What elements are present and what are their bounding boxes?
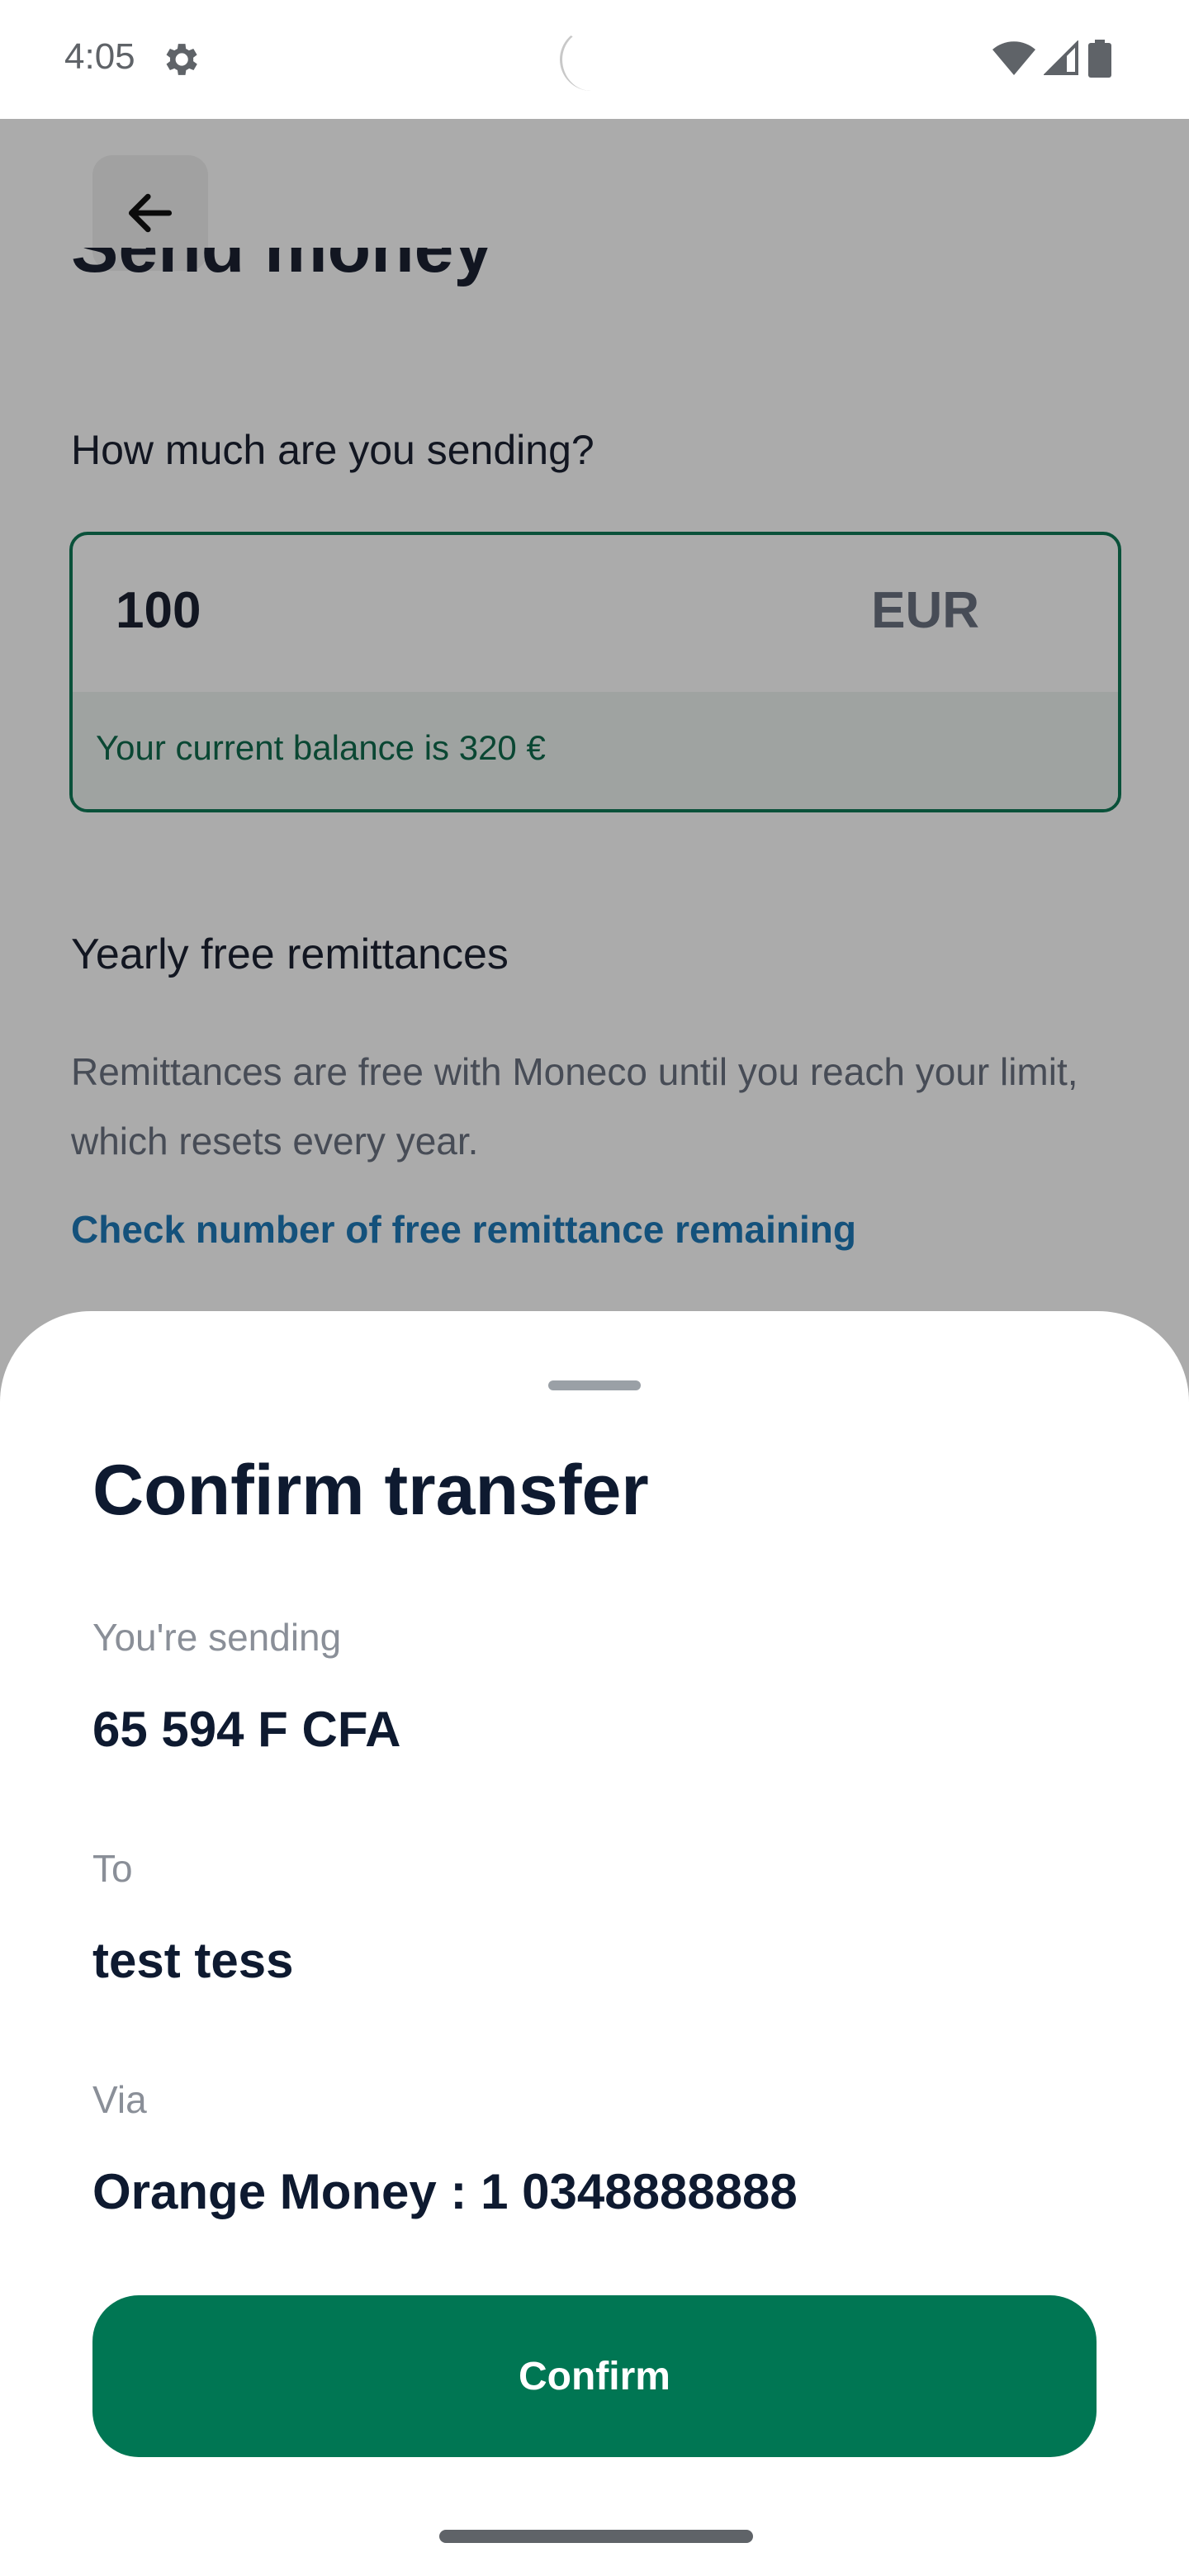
status-icons bbox=[992, 40, 1111, 78]
sheet-title: Confirm transfer bbox=[92, 1451, 649, 1530]
camera-punch-hole bbox=[560, 28, 623, 91]
screen: 4:05 Send money How much are you sending… bbox=[0, 0, 1189, 2576]
battery-icon bbox=[1088, 40, 1111, 78]
confirm-button[interactable]: Confirm bbox=[92, 2295, 1097, 2457]
home-indicator[interactable] bbox=[439, 2530, 753, 2543]
cell-signal-icon bbox=[1044, 40, 1078, 75]
status-bar: 4:05 bbox=[0, 0, 1189, 119]
confirm-transfer-sheet: Confirm transfer You're sending 65 594 F… bbox=[0, 1311, 1189, 2576]
status-time: 4:05 bbox=[64, 36, 135, 77]
drag-handle[interactable] bbox=[548, 1380, 641, 1390]
wifi-icon bbox=[992, 41, 1035, 75]
recipient-value: test tess bbox=[92, 1933, 294, 1988]
via-label: Via bbox=[92, 2078, 147, 2121]
sending-value: 65 594 F CFA bbox=[92, 1702, 401, 1757]
recipient-label: To bbox=[92, 1847, 133, 1890]
via-value: Orange Money : 1 0348888888 bbox=[92, 2164, 798, 2219]
settings-gear-icon bbox=[166, 44, 197, 75]
sending-label: You're sending bbox=[92, 1616, 342, 1659]
